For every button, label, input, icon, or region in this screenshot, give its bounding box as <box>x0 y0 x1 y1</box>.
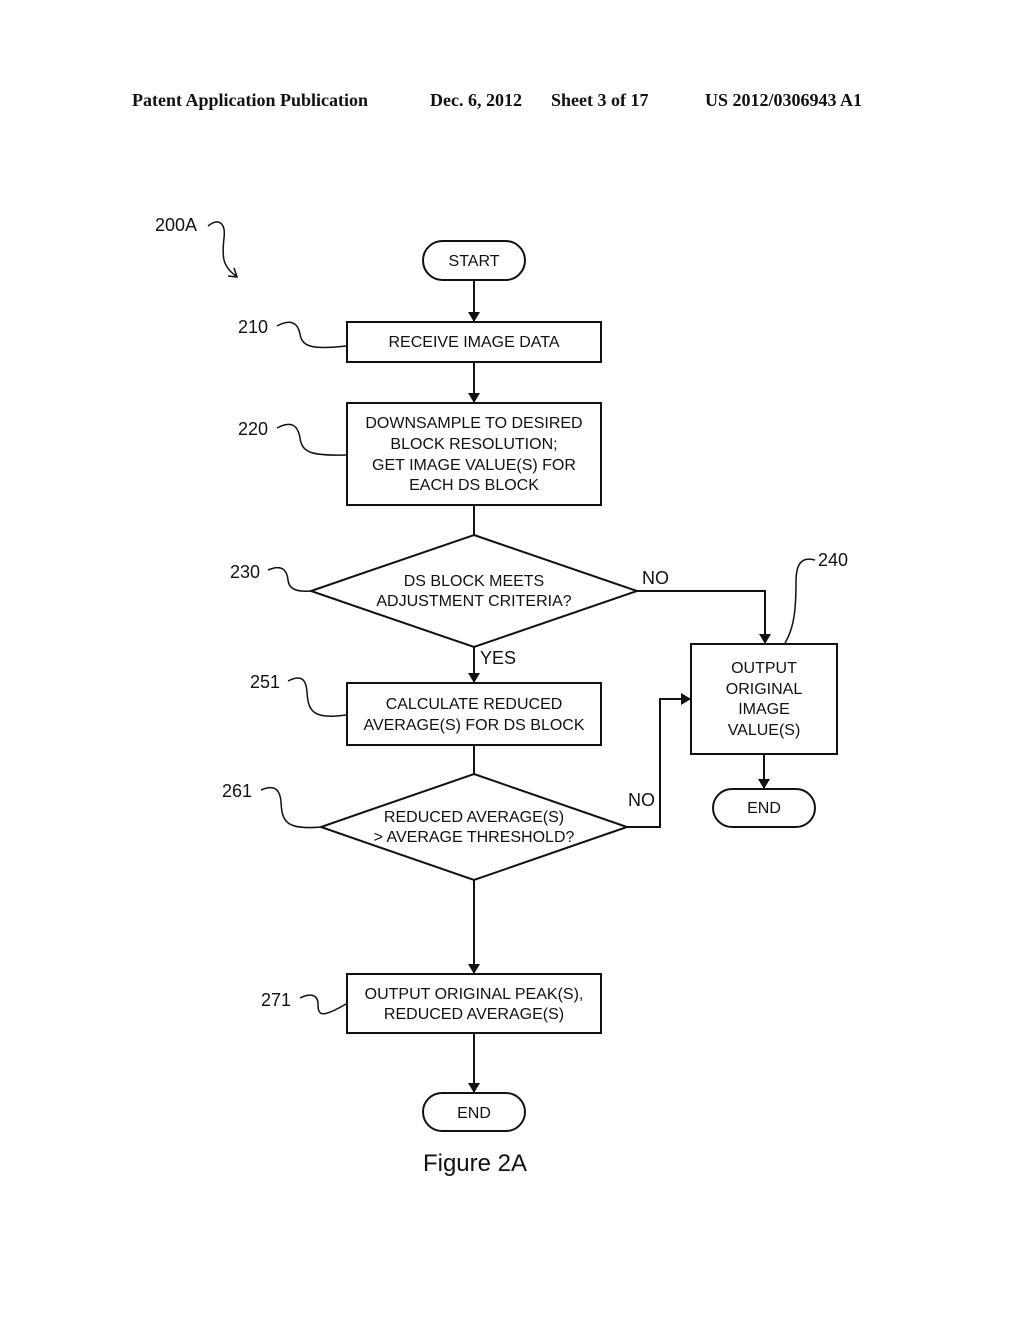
step-220-line-4: EACH DS BLOCK <box>409 477 539 494</box>
end-bottom-label: END <box>457 1105 491 1122</box>
edge-230-no-label: NO <box>642 568 669 588</box>
end-right-label: END <box>747 800 781 817</box>
decision-261-line-1: REDUCED AVERAGE(S) <box>384 809 564 826</box>
decision-261-line-2: > AVERAGE THRESHOLD? <box>374 829 575 846</box>
step-271-box <box>346 973 602 1034</box>
edge-261-no-label: NO <box>628 790 655 810</box>
decision-230-line-2: ADJUSTMENT CRITERIA? <box>376 593 571 610</box>
step-271-line-1: OUTPUT ORIGINAL PEAK(S), <box>365 986 584 1003</box>
step-271-ref: 271 <box>261 990 291 1010</box>
step-210-leader <box>276 321 347 349</box>
figure-caption: Figure 2A <box>423 1150 527 1177</box>
step-220-line-1: DOWNSAMPLE TO DESIRED <box>365 415 582 432</box>
step-251-line-2: AVERAGE(S) FOR DS BLOCK <box>363 717 584 734</box>
step-220-ref: 220 <box>238 419 268 439</box>
step-271-leader <box>299 994 347 1015</box>
decision-230-ref: 230 <box>230 562 260 582</box>
step-251-line-1: CALCULATE REDUCED <box>386 696 563 713</box>
step-210-ref: 210 <box>238 317 268 337</box>
step-240-line-2: ORIGINAL <box>726 681 803 698</box>
start-label: START <box>449 253 500 270</box>
step-240-ref: 240 <box>818 550 848 570</box>
decision-230 <box>307 533 641 649</box>
flowchart: 200A START RECEIVE IMAGE DATA 210 DOWNSA… <box>155 215 848 1177</box>
step-251-box <box>346 682 602 746</box>
step-240-line-1: OUTPUT <box>731 660 797 677</box>
figure-ref-arrow <box>207 221 237 277</box>
step-251-ref: 251 <box>250 672 280 692</box>
decision-261-leader <box>260 786 323 829</box>
decision-261-ref: 261 <box>222 781 252 801</box>
step-220-line-2: BLOCK RESOLUTION; <box>390 436 557 453</box>
step-240-line-3: IMAGE <box>738 701 790 718</box>
edge-230-no-240 <box>637 590 771 644</box>
step-271-line-2: REDUCED AVERAGE(S) <box>384 1006 564 1023</box>
step-220-line-3: GET IMAGE VALUE(S) FOR <box>372 457 576 474</box>
figure-ref-label: 200A <box>155 215 197 235</box>
decision-230-line-1: DS BLOCK MEETS <box>404 573 544 590</box>
step-251-leader <box>287 677 347 717</box>
edge-230-yes-label: YES <box>480 648 516 668</box>
step-240-line-4: VALUE(S) <box>728 722 801 739</box>
step-240-leader <box>784 558 816 644</box>
decision-230-leader <box>267 566 313 592</box>
step-220-leader <box>276 423 347 456</box>
decision-261 <box>317 772 631 882</box>
step-210-text: RECEIVE IMAGE DATA <box>389 334 560 351</box>
